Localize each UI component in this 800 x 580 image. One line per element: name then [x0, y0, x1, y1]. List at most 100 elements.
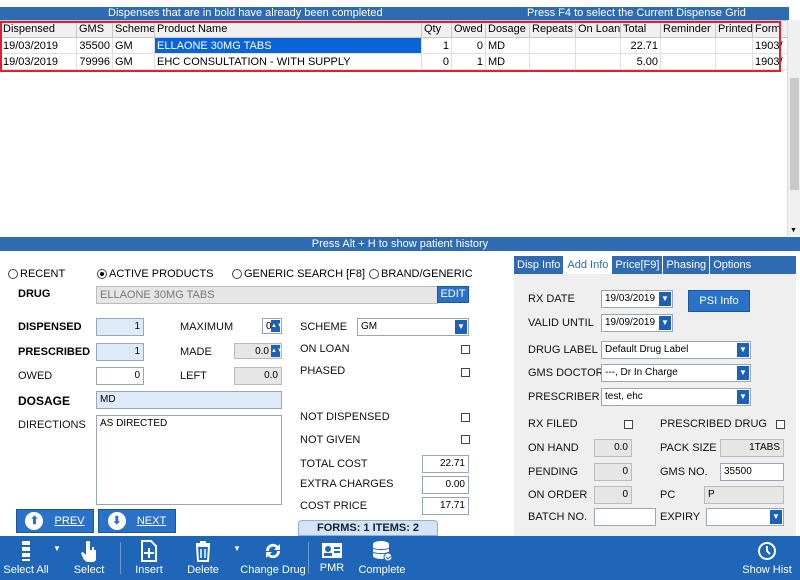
prescriber-select[interactable]: test, ehc ▼	[601, 388, 751, 406]
forms-items-indicator: FORMS: 1 ITEMS: 2	[298, 520, 438, 536]
valid-until-label: VALID UNTIL	[528, 317, 594, 329]
scheme-label: SCHEME	[300, 321, 348, 333]
not-dispensed-checkbox[interactable]	[461, 413, 470, 422]
directions-label: DIRECTIONS	[18, 419, 86, 431]
prescribed-label: PRESCRIBED	[18, 346, 91, 358]
select-all-chevron-down-icon[interactable]: ▼	[53, 544, 61, 553]
tab-add-info[interactable]: Add Info	[564, 256, 613, 274]
valid-until-field[interactable]: 19/09/2019 ▼	[601, 314, 673, 332]
gms-no-field[interactable]: 35500	[720, 463, 784, 481]
scroll-down-icon[interactable]: ▼	[790, 227, 797, 234]
history-banner: Press Alt + H to show patient history	[0, 237, 800, 251]
pmr-label: PMR	[319, 562, 345, 574]
rx-date-field[interactable]: 19/03/2019 ▼	[601, 290, 673, 308]
phased-checkbox[interactable]	[461, 368, 470, 377]
left-label: LEFT	[180, 370, 207, 382]
info-tabs: Disp Info Add Info Price[F9] Phasing Options	[514, 256, 796, 274]
complete-button[interactable]: Complete	[356, 536, 408, 580]
trash-icon	[195, 541, 211, 562]
bottom-toolbar: Select All ▼ Select Insert Delete ▼ Chan…	[0, 536, 800, 580]
rx-date-label: RX DATE	[528, 293, 575, 305]
insert-icon	[141, 540, 157, 562]
calendar-dropdown-icon[interactable]: ▼	[659, 292, 671, 306]
dispensed-field[interactable]: 1	[96, 318, 144, 336]
drug-field[interactable]: ELLAONE 30MG TABS	[96, 286, 438, 304]
scheme-value: GM	[361, 321, 378, 332]
chevron-down-icon[interactable]: ▼	[737, 366, 749, 380]
spinner-icon[interactable]: ▲▼	[271, 320, 283, 332]
scheme-select[interactable]: GM ▼	[357, 318, 469, 336]
delete-button[interactable]: Delete	[180, 536, 226, 580]
radio-active-label: ACTIVE PRODUCTS	[109, 268, 214, 280]
on-loan-label: ON LOAN	[300, 343, 350, 355]
gms-doctor-select[interactable]: ---, Dr In Charge ▼	[601, 364, 751, 382]
spinner-icon[interactable]: ▲▼	[271, 345, 283, 357]
drug-label-select[interactable]: Default Drug Label ▼	[601, 341, 751, 359]
total-cost-field[interactable]: 22.71	[422, 455, 469, 473]
made-label: MADE	[180, 346, 212, 358]
chevron-down-icon[interactable]: ▼	[737, 343, 749, 357]
expiry-field[interactable]: ▼	[706, 508, 784, 526]
gms-doctor-value: ---, Dr In Charge	[605, 367, 678, 378]
select-all-label: Select All	[3, 564, 49, 576]
radio-icon	[97, 269, 107, 280]
valid-until-value: 19/09/2019	[605, 317, 656, 328]
tab-options[interactable]: Options	[710, 256, 754, 274]
select-label: Select	[73, 564, 105, 576]
radio-recent[interactable]: RECENT	[8, 268, 65, 280]
not-dispensed-label: NOT DISPENSED	[300, 411, 390, 423]
owed-field[interactable]: 0	[96, 367, 144, 385]
pmr-button[interactable]: PMR	[314, 536, 350, 580]
not-given-label: NOT GIVEN	[300, 434, 361, 446]
dosage-field[interactable]: MD	[96, 391, 282, 409]
tab-phasing[interactable]: Phasing	[663, 256, 711, 274]
made-field[interactable]: 0.0 ▲▼	[234, 343, 283, 359]
rx-date-value: 19/03/2019	[605, 293, 656, 304]
on-loan-checkbox[interactable]	[461, 345, 470, 354]
cost-price-field[interactable]: 17.71	[422, 497, 469, 515]
arrow-down-icon: ⬇	[107, 512, 126, 531]
pack-size-field: 1TABS	[720, 439, 784, 457]
not-given-checkbox[interactable]	[461, 435, 470, 444]
change-drug-button[interactable]: Change Drug	[240, 536, 306, 580]
tab-disp-info[interactable]: Disp Info	[514, 256, 565, 274]
drug-label-label: DRUG LABEL	[528, 344, 598, 356]
gms-doctor-label: GMS DOCTOR	[528, 367, 604, 379]
directions-field[interactable]: AS DIRECTED	[96, 415, 282, 505]
select-button[interactable]: Select	[66, 536, 112, 580]
drug-label: DRUG	[18, 288, 51, 300]
radio-recent-label: RECENT	[20, 268, 66, 280]
on-hand-field: 0.0	[594, 439, 632, 457]
chevron-down-icon[interactable]: ▼	[737, 390, 749, 404]
prev-button[interactable]: ⬆ PREV	[16, 509, 94, 533]
calendar-dropdown-icon[interactable]: ▼	[659, 316, 671, 330]
chevron-down-icon[interactable]: ▼	[770, 510, 782, 524]
hand-pointer-icon	[81, 541, 96, 562]
prescriber-value: test, ehc	[605, 391, 643, 402]
prescribed-field[interactable]: 1	[96, 343, 144, 361]
rx-filed-checkbox[interactable]	[624, 420, 633, 429]
radio-generic-search[interactable]: GENERIC SEARCH [F8]	[232, 268, 365, 280]
tab-price[interactable]: Price[F9]	[612, 256, 664, 274]
edit-button[interactable]: EDIT	[437, 286, 469, 303]
show-hist-button[interactable]: Show Hist	[740, 536, 794, 580]
batch-no-field[interactable]	[594, 508, 656, 526]
toolbar-divider	[308, 542, 309, 574]
grid-scrollbar[interactable]: ▼	[787, 20, 800, 236]
maximum-field[interactable]: 0 ▲▼	[262, 318, 283, 334]
dosage-label: DOSAGE	[18, 394, 71, 408]
next-button[interactable]: ⬇ NEXT	[98, 509, 176, 533]
complete-label: Complete	[358, 564, 406, 576]
scroll-thumb[interactable]	[790, 78, 799, 190]
insert-button[interactable]: Insert	[128, 536, 170, 580]
chevron-down-icon[interactable]: ▼	[455, 320, 467, 334]
maximum-label: MAXIMUM	[180, 321, 234, 333]
prescribed-drug-checkbox[interactable]	[776, 420, 785, 429]
total-cost-label: TOTAL COST	[300, 458, 368, 470]
extra-charges-field[interactable]: 0.00	[422, 476, 469, 494]
made-value: 0.0	[255, 346, 269, 357]
radio-brand-generic[interactable]: BRAND/GENERIC	[369, 268, 473, 280]
radio-active-products[interactable]: ACTIVE PRODUCTS	[97, 268, 214, 280]
select-all-button[interactable]: Select All	[2, 536, 50, 580]
psi-info-button[interactable]: PSI Info	[688, 290, 750, 312]
